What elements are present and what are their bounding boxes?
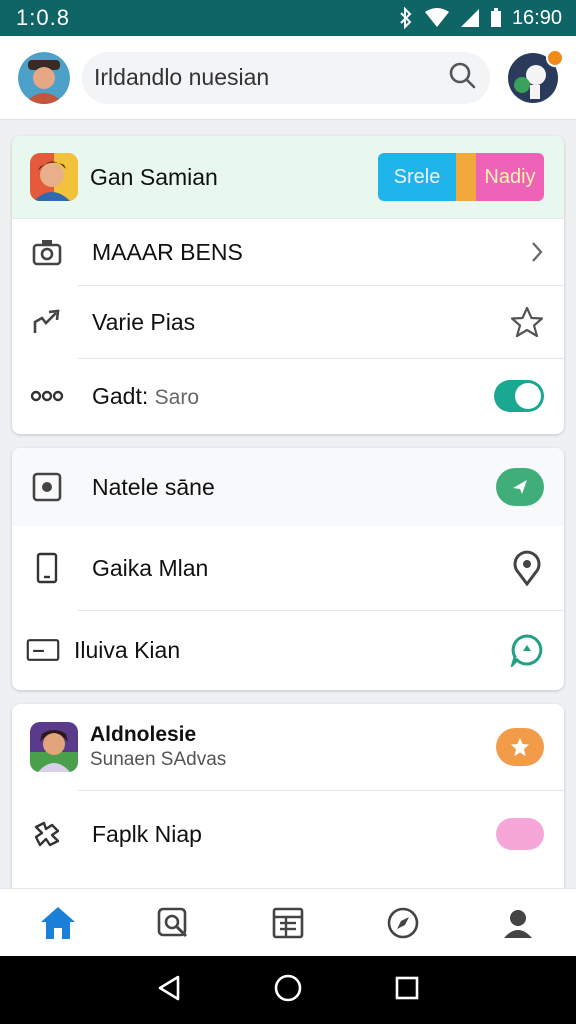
profile-picture (30, 153, 78, 201)
search-doc-icon[interactable] (143, 893, 203, 953)
pink-pill-toggle[interactable] (496, 818, 544, 850)
send-icon[interactable] (496, 468, 544, 506)
list-item-maaar-bens[interactable]: MAAAR BENS (12, 219, 564, 285)
chip-nadiy[interactable]: Nadiy (476, 153, 544, 201)
item-label: Gaika Mlan (92, 554, 209, 581)
recents-icon[interactable] (394, 975, 420, 1006)
battery-icon (490, 8, 502, 28)
item-label: Natele sāne (92, 473, 215, 500)
square-dot-icon (30, 470, 64, 504)
compass-icon[interactable] (373, 893, 433, 953)
notification-dot (546, 48, 564, 67)
card-icon (26, 633, 60, 667)
cell-signal-icon (460, 8, 480, 28)
star-badge-icon[interactable] (496, 728, 544, 766)
item-title: Aldnolesie (90, 723, 197, 746)
dots-icon (30, 379, 64, 413)
list-icon[interactable] (258, 893, 318, 953)
system-navigation-bar (0, 956, 576, 1024)
profile-name: Gan Samian (90, 163, 218, 190)
wifi-icon (424, 8, 450, 28)
gadt-toggle[interactable] (494, 380, 544, 412)
profile-row[interactable]: Gan Samian Srele Nadiy (12, 136, 564, 218)
trend-arrow-icon (30, 305, 64, 339)
camera-icon (30, 235, 64, 269)
chat-icon[interactable] (510, 633, 544, 667)
settings-card-2: Natele sāne Gaika Mlan Iluiva Kian (12, 448, 564, 690)
search-input[interactable] (94, 64, 448, 91)
phone-icon (30, 551, 64, 585)
location-pin-icon[interactable] (510, 550, 544, 586)
list-item-iluiva-kian[interactable]: Iluiva Kian (12, 611, 564, 689)
list-item-aldnolesie[interactable]: Aldnolesie Sunaen SAdvas (12, 704, 564, 790)
list-item-varie-pias[interactable]: Varie Pias (12, 286, 564, 358)
list-item-faplk-niap[interactable]: Faplk Niap (12, 791, 564, 877)
status-time-right: 16:90 (511, 6, 562, 29)
status-bar: 1:0.8 16:90 (0, 0, 576, 36)
item-label: MAAAR BENS (92, 238, 243, 265)
item-label: Gadt: Saro (92, 382, 200, 409)
search-icon[interactable] (448, 61, 476, 94)
item-label: Iluiva Kian (74, 636, 181, 663)
bluetooth-icon (398, 7, 414, 29)
top-app-bar (0, 36, 576, 120)
list-item-natele-sane[interactable]: Natele sāne (12, 448, 564, 526)
list-item-gadt[interactable]: Gadt: Saro (12, 359, 564, 433)
settings-card-3: Aldnolesie Sunaen SAdvas Faplk Niap (12, 704, 564, 894)
search-bar[interactable] (82, 51, 490, 104)
star-icon[interactable] (510, 306, 544, 338)
status-chips[interactable]: Srele Nadiy (378, 153, 544, 201)
bottom-navigation (0, 888, 576, 956)
chip-srele[interactable]: Srele (378, 153, 456, 201)
item-secondary: Saro (154, 385, 200, 409)
puzzle-icon (30, 817, 64, 851)
user-avatar[interactable] (18, 51, 70, 104)
app-thumbnail (30, 722, 78, 772)
item-label: Faplk Niap (92, 820, 202, 847)
item-label: Varie Pias (92, 308, 196, 335)
item-subtitle: Sunaen SAdvas (90, 749, 227, 770)
account-avatar[interactable] (508, 48, 564, 103)
home-button-icon[interactable] (273, 973, 303, 1008)
back-icon[interactable] (156, 974, 182, 1007)
home-icon[interactable] (28, 893, 88, 953)
settings-card-1: Gan Samian Srele Nadiy MAAAR BENS Varie … (12, 136, 564, 434)
profile-icon[interactable] (488, 893, 548, 953)
list-item-gaika-mlan[interactable]: Gaika Mlan (12, 526, 564, 610)
chevron-right-icon (530, 241, 544, 263)
status-time-left: 1:0.8 (16, 5, 70, 30)
